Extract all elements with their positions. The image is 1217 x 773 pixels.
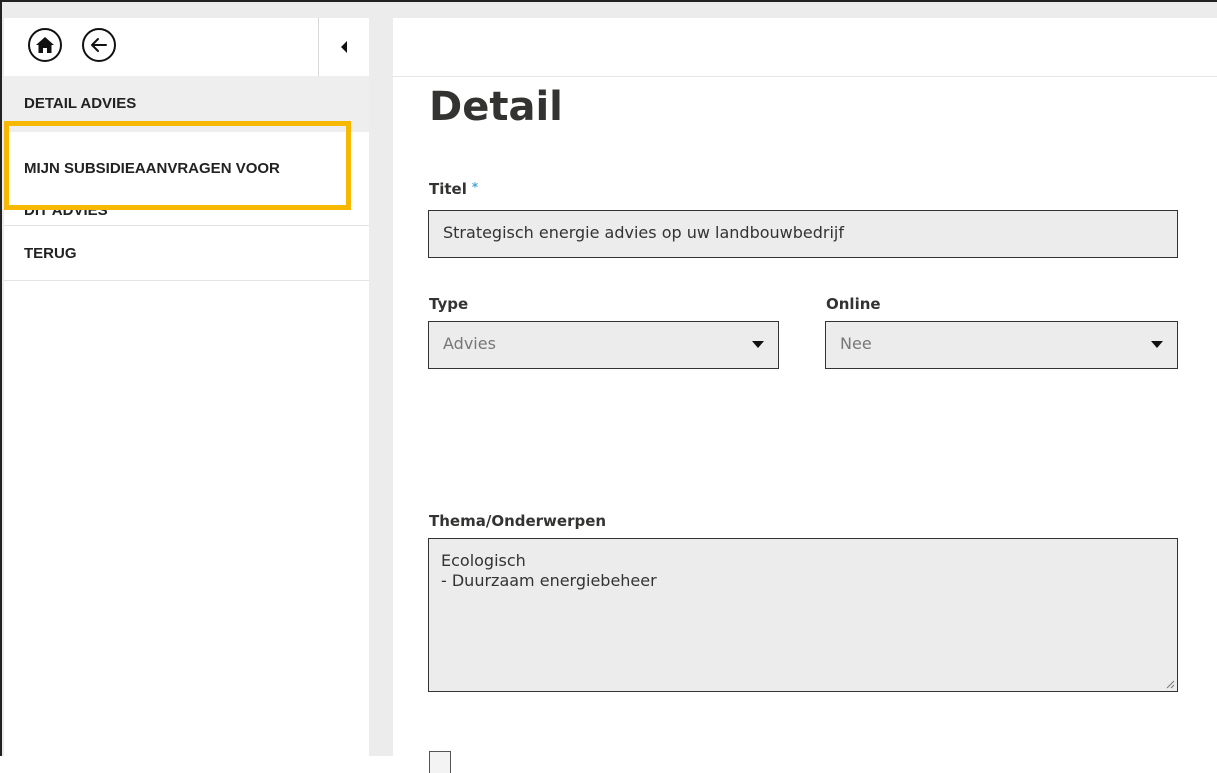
thema-line: Ecologisch — [441, 551, 526, 570]
type-select[interactable]: Advies — [428, 321, 779, 369]
sidebar: DETAIL ADVIES MIJN SUBSIDIEAANVRAGEN VOO… — [4, 18, 369, 756]
online-select[interactable]: Nee — [825, 321, 1178, 369]
back-button[interactable] — [82, 28, 116, 62]
sidebar-item-mijn-subsidieaanvragen[interactable]: MIJN SUBSIDIEAANVRAGEN VOOR DIT ADVIES — [4, 132, 369, 226]
type-label: Type — [429, 295, 469, 313]
collapse-sidebar-button[interactable] — [319, 18, 369, 76]
online-label: Online — [826, 295, 881, 313]
titel-label: Titel * — [429, 180, 478, 198]
thema-textarea[interactable]: Ecologisch - Duurzaam energiebeheer — [428, 538, 1178, 692]
titel-label-text: Titel — [429, 180, 467, 198]
resize-handle-icon[interactable] — [1165, 679, 1175, 689]
window-border-top — [0, 0, 1217, 2]
arrow-left-icon — [91, 38, 107, 52]
required-marker: * — [471, 180, 479, 194]
thema-line: - Duurzaam energiebeheer — [441, 571, 657, 590]
sidebar-item-label-line2: DIT ADVIES — [24, 202, 108, 219]
main-topbar — [393, 18, 1217, 77]
sidebar-item-terug[interactable]: TERUG — [4, 227, 369, 281]
caret-down-icon — [752, 341, 764, 348]
sidebar-header — [4, 18, 369, 76]
window-border-left — [0, 0, 2, 756]
home-icon — [36, 37, 54, 53]
online-selected-value: Nee — [840, 334, 872, 353]
main-panel: Detail Titel * Strategisch energie advies… — [393, 18, 1217, 773]
sidebar-item-detail-advies[interactable]: DETAIL ADVIES — [4, 76, 369, 132]
titel-field[interactable]: Strategisch energie advies op uw landbou… — [428, 210, 1178, 258]
type-selected-value: Advies — [443, 334, 496, 353]
sidebar-item-label-line1: MIJN SUBSIDIEAANVRAGEN VOOR — [24, 160, 280, 177]
caret-down-icon — [1151, 341, 1163, 348]
sidebar-item-label: DETAIL ADVIES — [24, 95, 137, 112]
sidebar-item-label: TERUG — [24, 245, 77, 262]
page-title: Detail — [429, 84, 563, 130]
titel-value: Strategisch energie advies op uw landbou… — [443, 223, 845, 242]
home-button[interactable] — [28, 28, 62, 62]
thema-label: Thema/Onderwerpen — [429, 512, 607, 530]
caret-left-icon — [341, 41, 347, 53]
checkbox[interactable] — [429, 751, 451, 773]
